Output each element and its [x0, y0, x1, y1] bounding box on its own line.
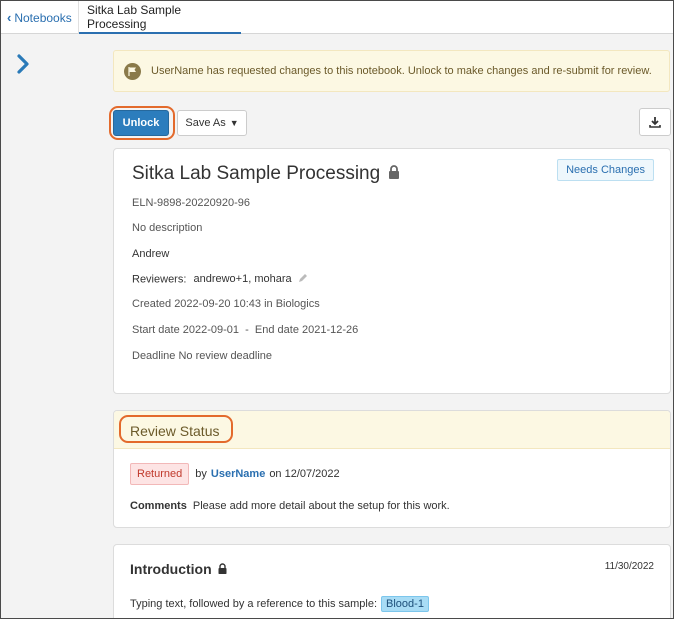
tab-bar: ‹ Notebooks Sitka Lab Sample Processing — [1, 1, 673, 34]
deadline-label: Deadline — [132, 350, 176, 362]
tab-active-label: Sitka Lab Sample Processing — [87, 2, 182, 31]
reviewers-label: Reviewers: — [132, 273, 187, 286]
save-as-label: Save As — [185, 117, 226, 129]
left-rail — [1, 34, 101, 618]
introduction-body: Typing text, followed by a reference to … — [130, 598, 378, 610]
save-as-button[interactable]: Save As ▼ — [177, 110, 247, 136]
chevron-left-icon: ‹ — [7, 10, 12, 25]
chevron-right-icon — [17, 54, 29, 74]
notebook-author: Andrew — [132, 248, 170, 260]
review-comments: Comments Please add more detail about th… — [130, 500, 450, 512]
review-user-link[interactable]: UserName — [211, 468, 265, 480]
reviewers-value: andrewo+1, mohara — [193, 273, 292, 286]
unlock-button[interactable]: Unlock — [113, 110, 169, 136]
returned-badge: Returned — [130, 463, 190, 485]
notebook-id: ELN-9898-20220920-96 — [132, 197, 251, 209]
introduction-title: Introduction — [130, 561, 227, 577]
expand-panel-button[interactable] — [16, 54, 36, 76]
introduction-date: 11/30/2022 — [604, 561, 654, 572]
notebook-deadline: Deadline No review deadline — [132, 350, 272, 362]
introduction-title-text: Introduction — [130, 561, 212, 577]
lock-icon — [218, 561, 227, 577]
notebook-description: No description — [132, 222, 203, 234]
main-content: UserName has requested changes to this n… — [101, 34, 673, 618]
sample-reference-chip[interactable]: Blood-1 — [381, 596, 429, 612]
flag-icon — [124, 62, 141, 80]
tab-notebooks-back[interactable]: ‹ Notebooks — [1, 1, 79, 34]
introduction-text: Typing text, followed by a reference to … — [130, 596, 429, 612]
banner-message: UserName has requested changes to this n… — [151, 65, 652, 77]
pencil-icon[interactable] — [298, 273, 308, 286]
review-by-label: by — [195, 468, 207, 480]
review-status-row: Returned by UserName on 12/07/2022 — [130, 463, 340, 485]
status-badge: Needs Changes — [557, 159, 654, 181]
review-status-card: Review Status Returned by UserName on 12… — [113, 410, 671, 528]
notebook-dates: Start date 2022-09-01 - End date 2021-12… — [132, 324, 359, 336]
tab-back-label: Notebooks — [14, 10, 72, 25]
comments-label: Comments — [130, 500, 187, 512]
notebook-details-card: Sitka Lab Sample Processing Needs Change… — [113, 148, 671, 394]
notebook-toolbar: Unlock Save As ▼ — [109, 106, 671, 140]
caret-down-icon: ▼ — [229, 118, 239, 128]
review-status-header: Review Status — [114, 411, 670, 449]
deadline-value: No review deadline — [178, 350, 273, 362]
download-icon — [649, 117, 661, 128]
comments-text: Please add more detail about the setup f… — [192, 500, 450, 512]
notebook-title: Sitka Lab Sample Processing — [132, 163, 400, 185]
download-button[interactable] — [639, 108, 671, 136]
review-status-title: Review Status — [130, 423, 220, 439]
notebook-reviewers: Reviewers: andrewo+1, mohara — [132, 273, 308, 286]
introduction-card: Introduction 11/30/2022 Typing text, fol… — [113, 544, 671, 618]
notebook-title-text: Sitka Lab Sample Processing — [132, 163, 381, 184]
tab-current-notebook[interactable]: Sitka Lab Sample Processing — [79, 1, 241, 34]
app-frame: ‹ Notebooks Sitka Lab Sample Processing … — [0, 0, 674, 619]
lock-icon — [388, 163, 400, 185]
review-banner: UserName has requested changes to this n… — [113, 50, 670, 92]
notebook-created: Created 2022-09-20 10:43 in Biologics — [132, 298, 320, 310]
review-date: on 12/07/2022 — [269, 468, 340, 480]
